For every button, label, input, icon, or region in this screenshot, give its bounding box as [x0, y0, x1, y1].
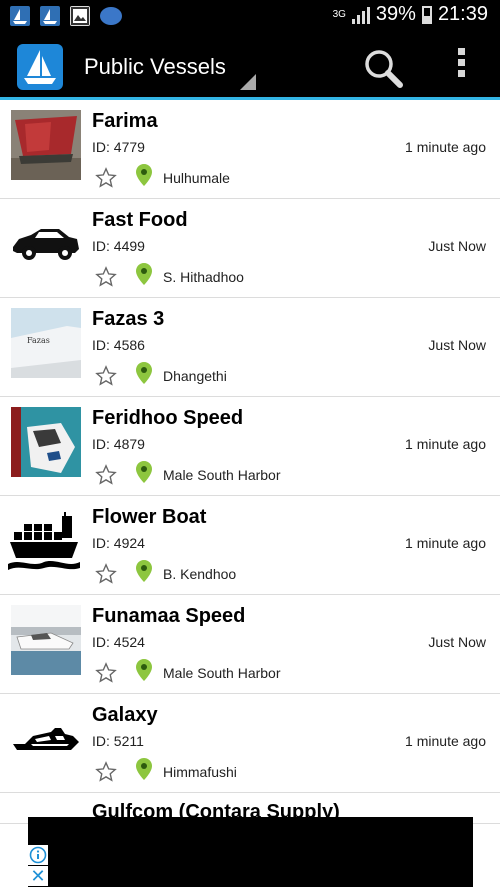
favorite-star-icon[interactable] [95, 563, 117, 585]
battery-icon [421, 5, 432, 24]
vessel-id: ID: 5211 [92, 733, 144, 749]
speedboat-photo-icon [11, 407, 81, 477]
vessel-name: Fast Food [92, 209, 188, 231]
info-icon [29, 846, 47, 864]
vessel-id: ID: 4524 [92, 634, 145, 650]
vessel-location: S. Hithadhoo [163, 269, 244, 285]
speedboat-harbor-photo-icon [11, 605, 81, 675]
app-bar: Public Vessels [0, 34, 500, 100]
battery-percent: 39% [375, 3, 416, 25]
last-update-time: 1 minute ago [405, 436, 486, 452]
vessel-name: Farima [92, 110, 158, 132]
favorite-star-icon[interactable] [95, 464, 117, 486]
notification-icons [10, 6, 122, 26]
list-item[interactable]: Flower Boat ID: 4924 1 minute ago B. Ken… [0, 496, 500, 595]
vessel-thumbnail [11, 605, 81, 675]
vessel-location: Hulhumale [163, 170, 230, 186]
favorite-star-icon[interactable] [95, 662, 117, 684]
favorite-star-icon[interactable] [95, 365, 117, 387]
vessel-name: Fazas 3 [92, 308, 165, 330]
vessel-thumbnail [11, 209, 81, 279]
location-pin-icon [135, 263, 153, 285]
app-notification-icon [40, 6, 60, 26]
vessel-thumbnail: Fazas [11, 308, 81, 378]
vessel-name: Funamaa Speed [92, 605, 246, 627]
ad-info-button[interactable] [28, 845, 48, 865]
last-update-time: 1 minute ago [405, 139, 486, 155]
location-pin-icon [135, 362, 153, 384]
yacht-icon [13, 728, 79, 750]
search-icon [365, 50, 403, 88]
dropdown-indicator-icon[interactable] [240, 74, 256, 90]
last-update-time: 1 minute ago [405, 535, 486, 551]
close-icon: ✕ [30, 866, 46, 886]
location-pin-icon [135, 758, 153, 780]
list-item[interactable]: Galaxy ID: 5211 1 minute ago Himmafushi [0, 694, 500, 793]
red-ship-photo-icon [11, 110, 81, 180]
last-update-time: Just Now [428, 238, 486, 254]
vessel-location: Himmafushi [163, 764, 237, 780]
signal-icon [351, 6, 370, 24]
vessel-id: ID: 4879 [92, 436, 145, 452]
page-title[interactable]: Public Vessels [84, 54, 226, 80]
last-update-time: Just Now [428, 634, 486, 650]
vessel-id: ID: 4924 [92, 535, 145, 551]
cargo-ship-icon [8, 512, 80, 570]
status-bar: 3G 39% 21:39 [0, 0, 500, 34]
list-item[interactable]: Fazas Fazas 3 ID: 4586 Just Now Dhangeth… [0, 298, 500, 397]
favorite-star-icon[interactable] [95, 761, 117, 783]
vessel-list[interactable]: Farima ID: 4779 1 minute ago Hulhumale F… [0, 100, 500, 824]
thumbnail-caption: Fazas [27, 336, 50, 345]
vessel-location: B. Kendhoo [163, 566, 237, 582]
vessel-thumbnail [11, 704, 81, 774]
vessel-id: ID: 4586 [92, 337, 145, 353]
vessel-id: ID: 4499 [92, 238, 145, 254]
vessel-name: Galaxy [92, 704, 158, 726]
system-status: 3G 39% 21:39 [333, 3, 488, 26]
list-item[interactable]: Fast Food ID: 4499 Just Now S. Hithadhoo [0, 199, 500, 298]
car-icon [13, 229, 79, 260]
chat-notification-icon [100, 7, 122, 25]
ad-close-button[interactable]: ✕ [28, 866, 48, 886]
vessel-thumbnail [11, 407, 81, 477]
vessel-thumbnail [11, 110, 81, 180]
location-pin-icon [135, 659, 153, 681]
ad-banner[interactable] [28, 817, 473, 887]
vessel-thumbnail [6, 506, 82, 576]
vessel-name: Feridhoo Speed [92, 407, 244, 429]
overflow-menu-button[interactable] [452, 48, 470, 84]
vessel-location: Dhangethi [163, 368, 227, 384]
vessel-id: ID: 4779 [92, 139, 145, 155]
list-item[interactable]: Feridhoo Speed ID: 4879 1 minute ago Mal… [0, 397, 500, 496]
app-logo[interactable] [17, 44, 63, 90]
clock: 21:39 [437, 3, 488, 25]
location-pin-icon [135, 164, 153, 186]
network-type: 3G [332, 9, 346, 20]
vessel-location: Male South Harbor [163, 467, 281, 483]
location-pin-icon [135, 560, 153, 582]
last-update-time: Just Now [428, 337, 486, 353]
location-pin-icon [135, 461, 153, 483]
favorite-star-icon[interactable] [95, 167, 117, 189]
vessel-name: Flower Boat [92, 506, 207, 528]
app-notification-icon [10, 6, 30, 26]
list-item[interactable]: Funamaa Speed ID: 4524 Just Now Male Sou… [0, 595, 500, 694]
list-item[interactable]: Farima ID: 4779 1 minute ago Hulhumale [0, 100, 500, 199]
search-button[interactable] [363, 48, 403, 88]
vessel-location: Male South Harbor [163, 665, 281, 681]
last-update-time: 1 minute ago [405, 733, 486, 749]
favorite-star-icon[interactable] [95, 266, 117, 288]
gallery-icon [70, 6, 90, 26]
